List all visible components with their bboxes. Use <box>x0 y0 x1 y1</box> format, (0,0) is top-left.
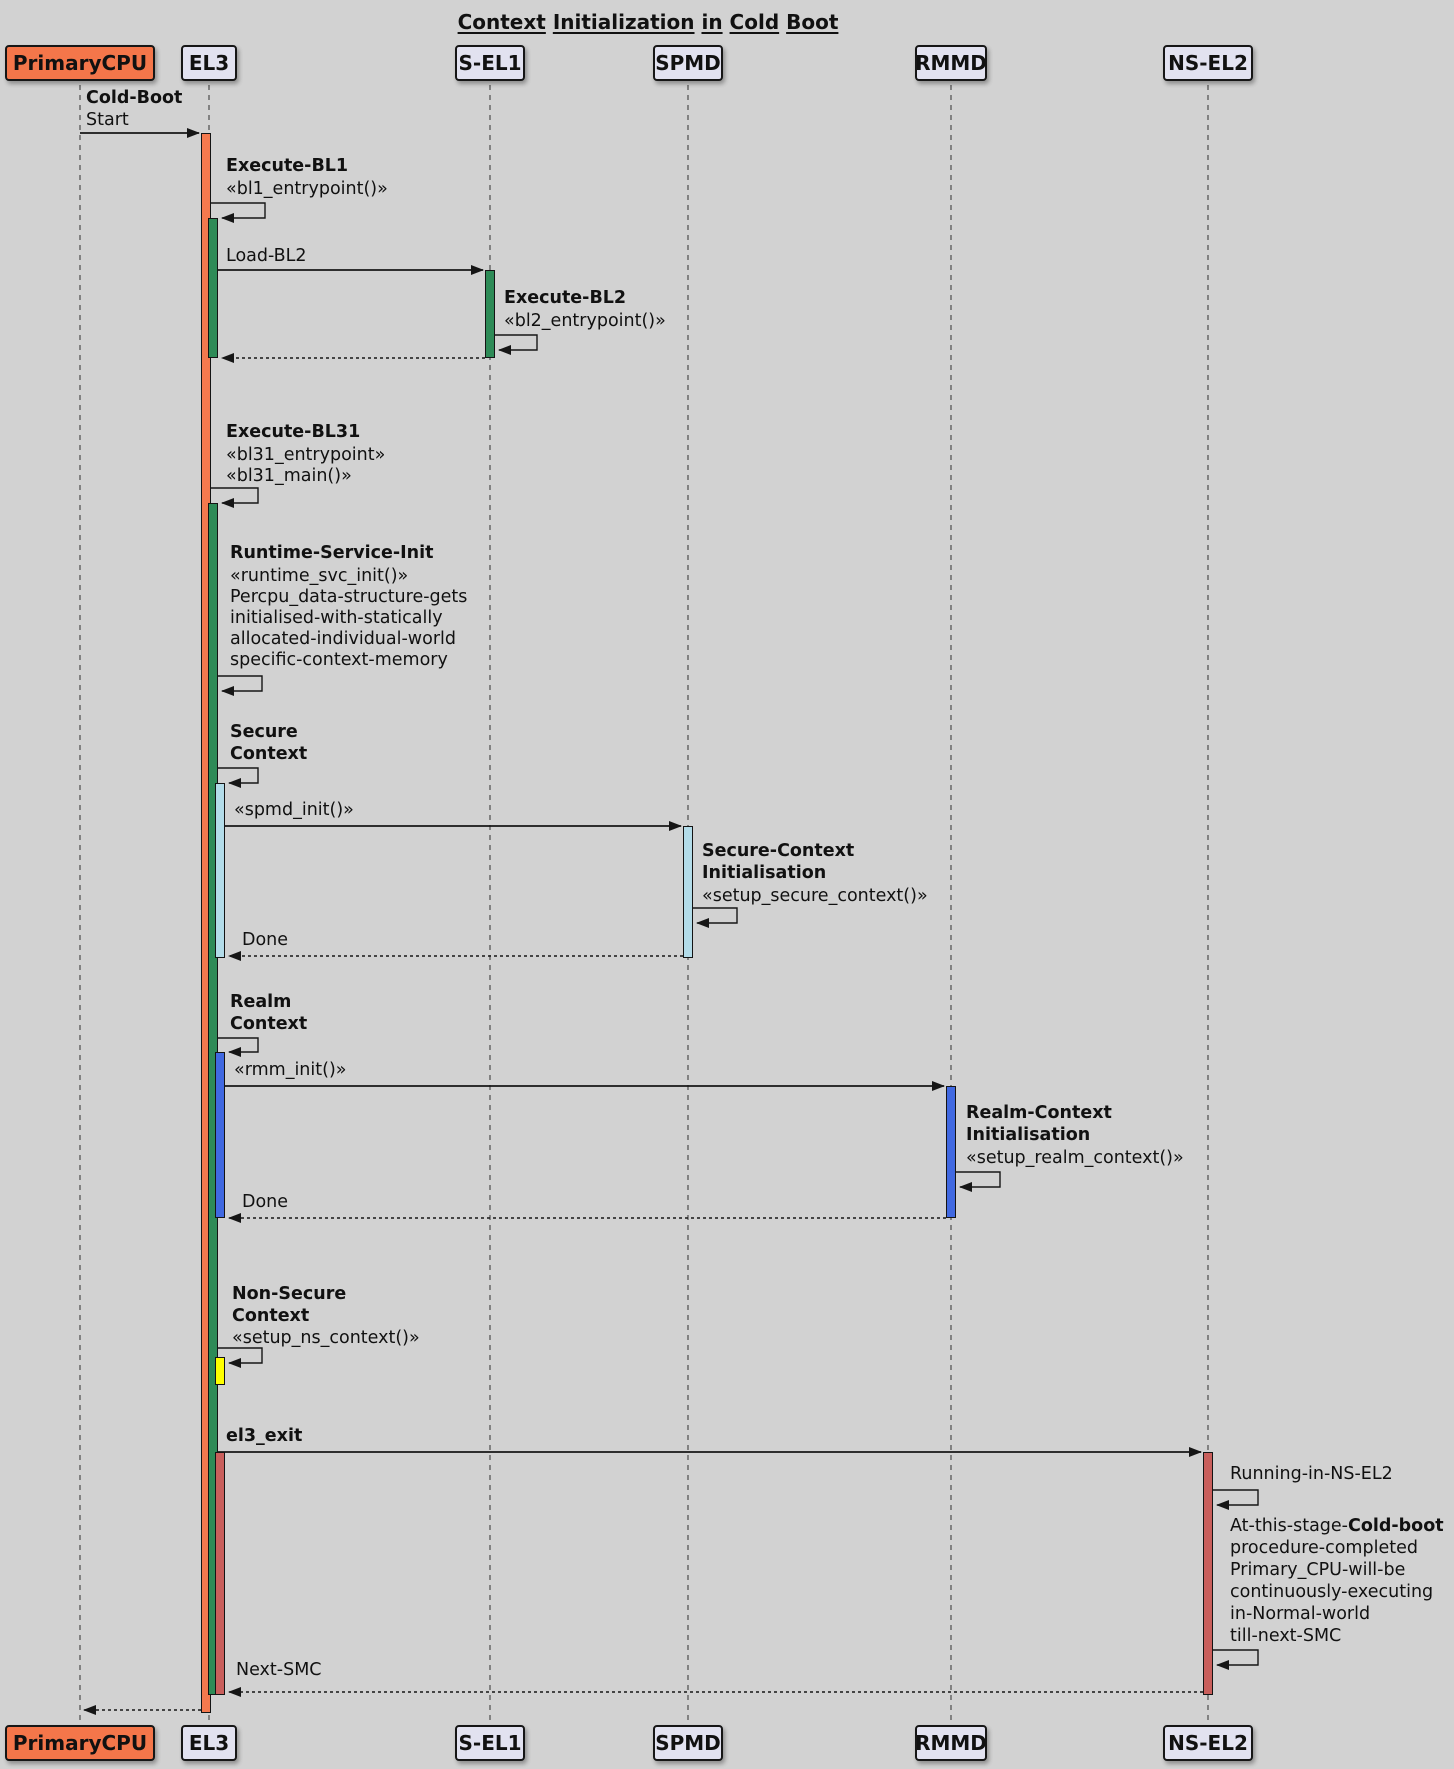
label-execute-bl1: Execute-BL1 <box>226 156 348 177</box>
activation-nsel2-red <box>1203 1452 1213 1695</box>
label-bl1-entrypoint: «bl1_entrypoint()» <box>226 179 388 200</box>
activation-el3-lightblue <box>215 783 225 958</box>
diagram-title: Context Initialization in Cold Boot <box>0 10 1296 34</box>
label-runtime-note-2: initialised-with-statically <box>230 608 443 629</box>
activation-el3-green-1 <box>208 218 218 358</box>
label-bl31-main: «bl31_main()» <box>226 466 352 487</box>
activation-rmmd-blue <box>946 1086 956 1218</box>
label-cold-boot: Cold-Boot <box>86 88 182 109</box>
selfloop-execute-bl31 <box>211 488 258 503</box>
note-line1-bold: Cold-boot <box>1348 1516 1444 1536</box>
participant-bottom-spmd: SPMD <box>653 1725 723 1761</box>
label-bl31-entrypoint: «bl31_entrypoint» <box>226 445 385 466</box>
label-execute-bl2: Execute-BL2 <box>504 288 626 309</box>
participant-bottom-rmmd: RMMD <box>915 1725 987 1761</box>
participant-bottom-el3: EL3 <box>181 1725 237 1761</box>
label-done-realm: Done <box>242 1192 288 1213</box>
label-running-in-ns-el2: Running-in-NS-EL2 <box>1230 1464 1393 1485</box>
participant-top-spmd: SPMD <box>653 45 723 81</box>
label-coldboot-note-line6: till-next-SMC <box>1230 1626 1341 1647</box>
label-load-bl2: Load-BL2 <box>226 246 307 267</box>
activation-sel1-green <box>485 270 495 358</box>
label-secure: Secure <box>230 722 298 743</box>
label-start: Start <box>86 110 129 131</box>
activation-spmd-lightblue <box>683 826 693 958</box>
label-non-secure-context: Context <box>232 1306 309 1327</box>
selfloop-running-ns-el2 <box>1213 1490 1258 1505</box>
label-runtime-note-1: Percpu_data-structure-gets <box>230 587 467 608</box>
label-secure-context-init-1: Secure-Context <box>702 841 854 862</box>
selfloop-coldboot-note <box>1213 1650 1258 1665</box>
label-coldboot-note-line3: Primary_CPU-will-be <box>1230 1560 1405 1581</box>
label-setup-secure-context: «setup_secure_context()» <box>702 886 928 907</box>
selfloop-runtime-init <box>218 676 262 691</box>
label-runtime-note-4: specific-context-memory <box>230 650 448 671</box>
label-next-smc: Next-SMC <box>236 1660 322 1681</box>
label-coldboot-note-line2: procedure-completed <box>1230 1538 1418 1559</box>
participant-top-s-el1: S-EL1 <box>455 45 525 81</box>
label-realm: Realm <box>230 992 291 1013</box>
selfloop-execute-bl1 <box>211 203 265 218</box>
selfloop-spmd-setup <box>693 908 737 923</box>
label-runtime-note-3: allocated-individual-world <box>230 629 456 650</box>
label-rmm-init: «rmm_init()» <box>234 1060 346 1081</box>
participant-top-ns-el2: NS-EL2 <box>1163 45 1253 81</box>
selfloop-secure-context <box>218 768 258 783</box>
label-bl2-entrypoint: «bl2_entrypoint()» <box>504 311 666 332</box>
label-el3-exit: el3_exit <box>226 1426 302 1447</box>
activation-el3-blue <box>215 1052 225 1218</box>
label-setup-ns-context: «setup_ns_context()» <box>232 1328 420 1349</box>
label-secure-context-init-2: Initialisation <box>702 863 826 884</box>
label-coldboot-note-line1: At-this-stage-Cold-boot <box>1230 1516 1444 1537</box>
label-non-secure: Non-Secure <box>232 1284 346 1305</box>
label-execute-bl31: Execute-BL31 <box>226 422 360 443</box>
activation-el3-red <box>215 1452 225 1695</box>
sequence-diagram: Context Initialization in Cold Boot Prim… <box>0 0 1454 1769</box>
label-realm-context-init-2: Initialisation <box>966 1125 1090 1146</box>
label-done-secure: Done <box>242 930 288 951</box>
participant-top-rmmd: RMMD <box>915 45 987 81</box>
label-setup-realm-context: «setup_realm_context()» <box>966 1148 1184 1169</box>
activation-el3-yellow <box>215 1357 225 1385</box>
participant-top-el3: EL3 <box>181 45 237 81</box>
selfloop-rmmd-setup <box>956 1172 1000 1187</box>
label-coldboot-note-line4: continuously-executing <box>1230 1582 1433 1603</box>
label-coldboot-note-line5: in-Normal-world <box>1230 1604 1370 1625</box>
label-runtime-svc-init: «runtime_svc_init()» <box>230 566 408 587</box>
label-secure-context: Context <box>230 744 307 765</box>
label-realm-context-init-1: Realm-Context <box>966 1103 1112 1124</box>
label-realm-context: Context <box>230 1014 307 1035</box>
participant-bottom-ns-el2: NS-EL2 <box>1163 1725 1253 1761</box>
label-spmd-init: «spmd_init()» <box>234 800 354 821</box>
selfloop-realm-context <box>218 1038 258 1052</box>
participant-bottom-primarycpu: PrimaryCPU <box>5 1725 155 1761</box>
participant-bottom-s-el1: S-EL1 <box>455 1725 525 1761</box>
selfloop-execute-bl2 <box>495 335 537 350</box>
label-runtime-service-init: Runtime-Service-Init <box>230 543 433 564</box>
note-line1-normal: At-this-stage- <box>1230 1516 1348 1536</box>
participant-top-primarycpu: PrimaryCPU <box>5 45 155 81</box>
